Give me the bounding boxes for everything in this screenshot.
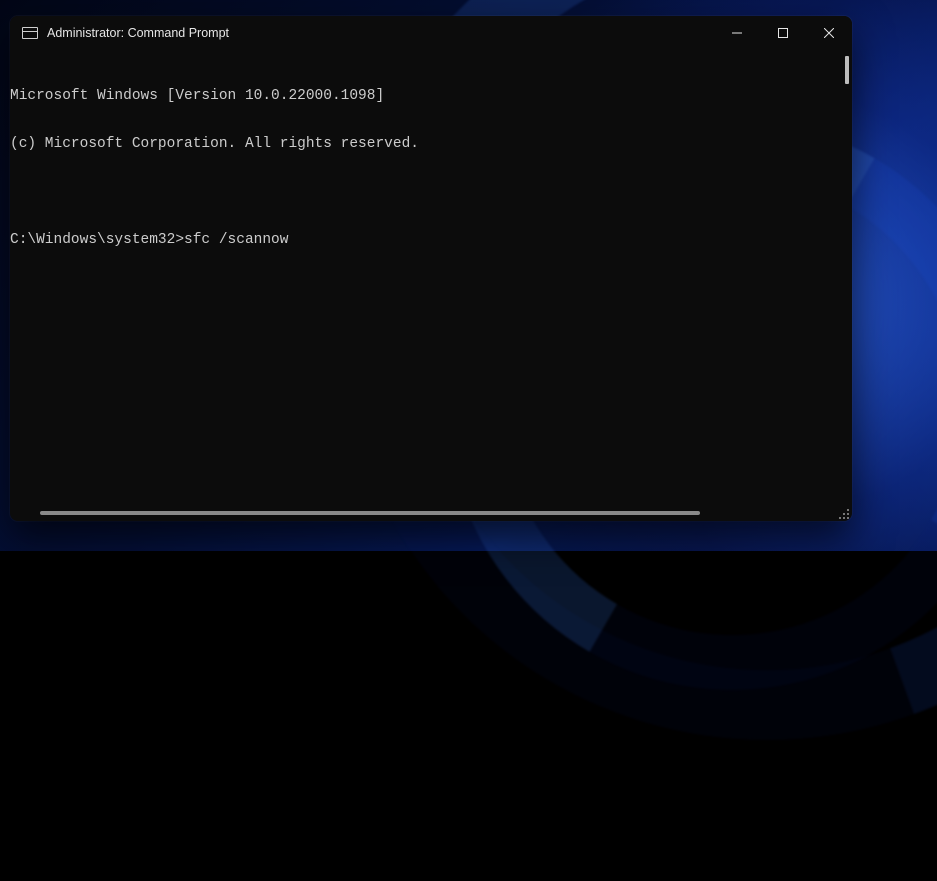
- window-controls: [714, 16, 852, 50]
- resize-grip-icon[interactable]: [837, 507, 849, 519]
- vertical-scrollbar-thumb[interactable]: [845, 56, 849, 84]
- terminal-body[interactable]: Microsoft Windows [Version 10.0.22000.10…: [10, 50, 852, 521]
- entered-command: sfc /scannow: [184, 232, 288, 248]
- copyright-line: (c) Microsoft Corporation. All rights re…: [10, 136, 848, 152]
- maximize-button[interactable]: [760, 16, 806, 50]
- prompt-path: C:\Windows\system32>: [10, 232, 184, 248]
- minimize-icon: [732, 28, 742, 38]
- version-line: Microsoft Windows [Version 10.0.22000.10…: [10, 88, 848, 104]
- blank-line: [10, 184, 848, 200]
- horizontal-scrollbar[interactable]: [16, 511, 834, 517]
- close-icon: [824, 28, 834, 38]
- cmd-icon: [22, 27, 38, 39]
- minimize-button[interactable]: [714, 16, 760, 50]
- titlebar[interactable]: Administrator: Command Prompt: [10, 16, 852, 50]
- window-title: Administrator: Command Prompt: [47, 26, 229, 40]
- horizontal-scrollbar-thumb[interactable]: [40, 511, 700, 515]
- close-button[interactable]: [806, 16, 852, 50]
- maximize-icon: [778, 28, 788, 38]
- prompt-line: C:\Windows\system32>sfc /scannow: [10, 232, 848, 248]
- command-prompt-window: Administrator: Command Prompt Microsoft …: [10, 16, 852, 521]
- terminal-output: Microsoft Windows [Version 10.0.22000.10…: [10, 56, 852, 280]
